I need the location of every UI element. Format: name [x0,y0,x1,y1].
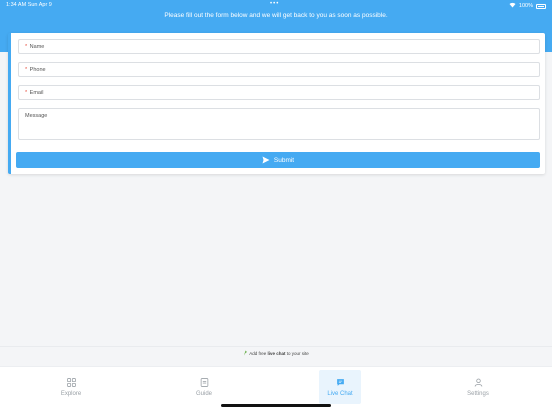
email-field[interactable]: * Email [18,85,540,100]
submit-label: Submit [273,156,295,164]
name-placeholder: Name [29,44,45,50]
document-icon [200,377,208,387]
tab-label: Guide [195,390,212,397]
divider [0,346,552,347]
user-icon [474,378,482,387]
branding-link[interactable]: Add free live chat to your site [0,350,552,356]
message-field[interactable]: Message [18,108,540,140]
status-bar: 1:34 AM Sun Apr 9 ••• 100% [0,0,552,11]
message-placeholder: Message [25,113,48,119]
wifi-icon [509,2,516,10]
tab-settings[interactable]: Settings [457,370,499,404]
brand-logo-icon [244,350,248,356]
multitasking-dots[interactable]: ••• [270,1,279,7]
name-field[interactable]: * Name [18,39,540,54]
battery-percent: 100% [518,3,533,9]
tab-guide[interactable]: Guide [183,370,225,404]
branding-highlight: live chat [267,351,286,356]
contact-form-card: * Name * Phone * Email Message Submit [8,33,545,174]
email-placeholder: Email [29,90,44,96]
tab-explore[interactable]: Explore [50,370,92,404]
branding-suffix: to your site [286,351,309,356]
send-icon [262,156,270,164]
tab-label: Settings [467,390,489,397]
chat-icon [336,378,344,386]
home-indicator[interactable] [221,404,331,407]
tab-label: Explore [60,390,82,397]
required-mark: * [25,90,28,96]
phone-placeholder: Phone [29,67,46,73]
phone-field[interactable]: * Phone [18,62,540,77]
required-mark: * [25,67,28,73]
tab-label: Live Chat [327,390,353,397]
battery-icon [536,3,546,9]
tab-live-chat[interactable]: Live Chat [319,370,361,404]
branding-prefix: Add free [249,351,267,356]
required-mark: * [25,44,28,50]
grid-icon [66,377,76,387]
submit-button[interactable]: Submit [16,152,540,168]
status-time-date: 1:34 AM Sun Apr 9 [6,2,52,8]
status-right: 100% [509,2,546,10]
form-instructions: Please fill out the form below and we wi… [164,12,388,19]
